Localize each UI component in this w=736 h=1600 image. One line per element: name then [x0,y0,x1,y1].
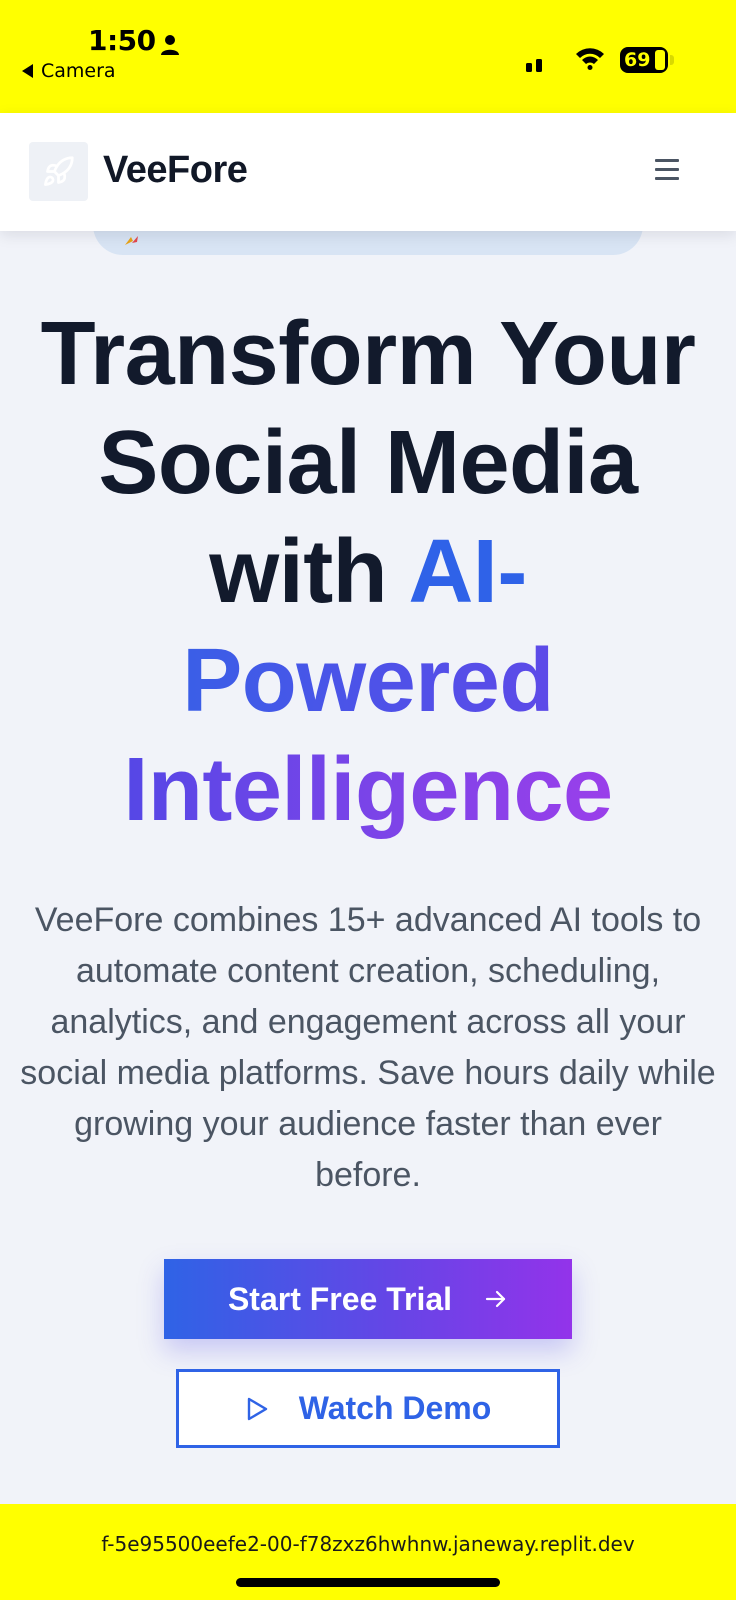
menu-line [655,159,679,162]
brand-name[interactable]: VeeFore [103,149,248,192]
battery-icon: 69 [620,47,668,73]
headline-intelligence: Intelligence [123,740,613,840]
status-bar: 1:50 Camera 69 [0,0,736,113]
watch-demo-label: Watch Demo [298,1390,492,1426]
rocket-icon [44,156,74,186]
home-indicator[interactable] [236,1578,500,1587]
headline-line-2: Social Media [98,413,638,513]
back-to-camera-link[interactable]: Camera [22,60,116,82]
start-free-trial-button[interactable]: Start Free Trial [164,1259,572,1339]
logo[interactable] [29,142,88,201]
menu-line [655,168,679,171]
menu-line [655,177,679,180]
hero-description: VeeFore combines 15+ advanced AI tools t… [20,901,716,1194]
page-url[interactable]: f-5e95500eefe2-00-f78zxz6hwhnw.janeway.r… [0,1532,736,1556]
headline-line-1: Transform Your [40,304,696,404]
back-arrow-icon [22,64,33,78]
status-time: 1:50 [88,24,156,57]
play-icon [247,1397,267,1420]
battery-cap [670,55,674,65]
start-free-trial-label: Start Free Trial [227,1280,453,1317]
back-label: Camera [41,60,116,82]
signal-icon [526,59,542,72]
headline-powered: Powered [182,631,554,731]
hamburger-menu-icon[interactable] [655,159,683,185]
site-header: VeeFore [0,113,736,231]
battery-fill [655,50,665,70]
hero-headline: Transform Your Social Media with AI- Pow… [20,300,716,845]
watch-demo-button[interactable]: Watch Demo [176,1369,560,1448]
wifi-icon [576,48,604,70]
arrow-right-icon [485,1290,506,1308]
battery-level: 69 [624,49,651,71]
browser-url-bar[interactable]: f-5e95500eefe2-00-f78zxz6hwhnw.janeway.r… [0,1504,736,1600]
person-icon [161,35,179,55]
headline-with: with [209,522,409,622]
sparkle-icon [125,236,138,245]
headline-ai: AI- [408,522,527,622]
